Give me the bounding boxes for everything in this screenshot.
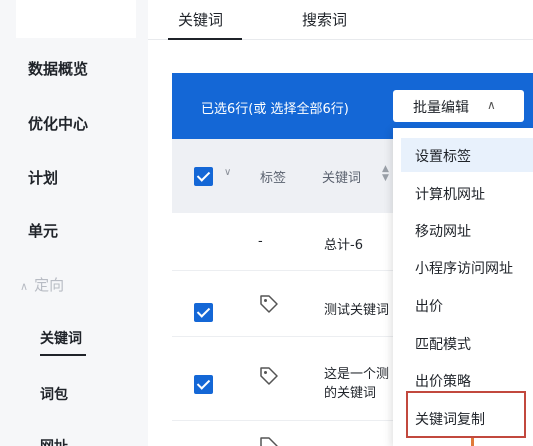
active-tab-indicator — [168, 38, 242, 40]
menu-item-miniprogram-url[interactable]: 小程序访问网址 — [415, 258, 513, 278]
menu-item-bid-strategy[interactable]: 出价策略 — [415, 371, 471, 391]
menu-item-set-tag[interactable]: 设置标签 — [401, 138, 533, 172]
tag-icon[interactable] — [258, 365, 280, 387]
select-all-checkbox[interactable] — [194, 167, 213, 186]
tab-bar: 关键词 搜索词 — [148, 0, 533, 40]
tab-keywords[interactable]: 关键词 — [178, 9, 223, 30]
sidebar-section-label: 定向 — [34, 276, 65, 294]
row-keyword: 总计-6 — [324, 238, 363, 253]
sidebar-item-keywords[interactable]: 关键词 — [40, 328, 82, 348]
batch-edit-label: 批量编辑 — [413, 100, 469, 116]
menu-item-match-type[interactable]: 匹配模式 — [415, 334, 471, 354]
chevron-up-icon: ∧ — [20, 280, 29, 293]
menu-item-desktop-url[interactable]: 计算机网址 — [415, 184, 485, 204]
sidebar-section-targeting[interactable]: ∧ 定向 — [20, 274, 64, 295]
sidebar-item-url[interactable]: 网址 — [40, 436, 68, 446]
sidebar-item-optimization[interactable]: 优化中心 — [28, 113, 88, 134]
batch-edit-button[interactable]: 批量编辑 ∧ — [393, 90, 524, 122]
annotation-arrow — [471, 438, 474, 446]
row-keyword-line2: 的关键词 — [324, 386, 377, 401]
row-keyword-line1: 这是一个测 — [324, 367, 390, 382]
menu-item-mobile-url[interactable]: 移动网址 — [415, 221, 471, 241]
header-tag: 标签 — [260, 171, 287, 186]
row-keyword: 测试关键词 — [324, 303, 390, 318]
tag-icon[interactable] — [258, 293, 280, 315]
menu-item-bid[interactable]: 出价 — [415, 296, 443, 316]
selection-summary[interactable]: 已选6行(或 选择全部6行) — [201, 98, 349, 117]
sidebar: 数据概览 优化中心 计划 单元 ∧ 定向 关键词 词包 网址 — [0, 0, 148, 446]
chevron-up-icon: ∧ — [487, 98, 496, 112]
sidebar-top-card — [16, 0, 136, 38]
row-tag: - — [258, 234, 263, 249]
tag-icon[interactable] — [258, 435, 280, 446]
sidebar-active-indicator — [40, 354, 86, 356]
annotation-highlight-box — [406, 391, 526, 438]
sort-icon[interactable]: ▲ ▼ — [382, 165, 389, 183]
sidebar-item-plan[interactable]: 计划 — [28, 167, 58, 188]
chevron-down-icon[interactable]: ∨ — [224, 167, 231, 178]
menu-item-label: 设置标签 — [415, 149, 471, 165]
tab-search-terms[interactable]: 搜索词 — [302, 9, 347, 30]
row-checkbox[interactable] — [194, 375, 213, 394]
sidebar-item-unit[interactable]: 单元 — [28, 220, 58, 241]
sidebar-item-word-pack[interactable]: 词包 — [40, 384, 68, 404]
header-keyword[interactable]: 关键词 — [322, 167, 361, 186]
sidebar-item-overview[interactable]: 数据概览 — [28, 58, 88, 79]
row-checkbox[interactable] — [194, 303, 213, 322]
